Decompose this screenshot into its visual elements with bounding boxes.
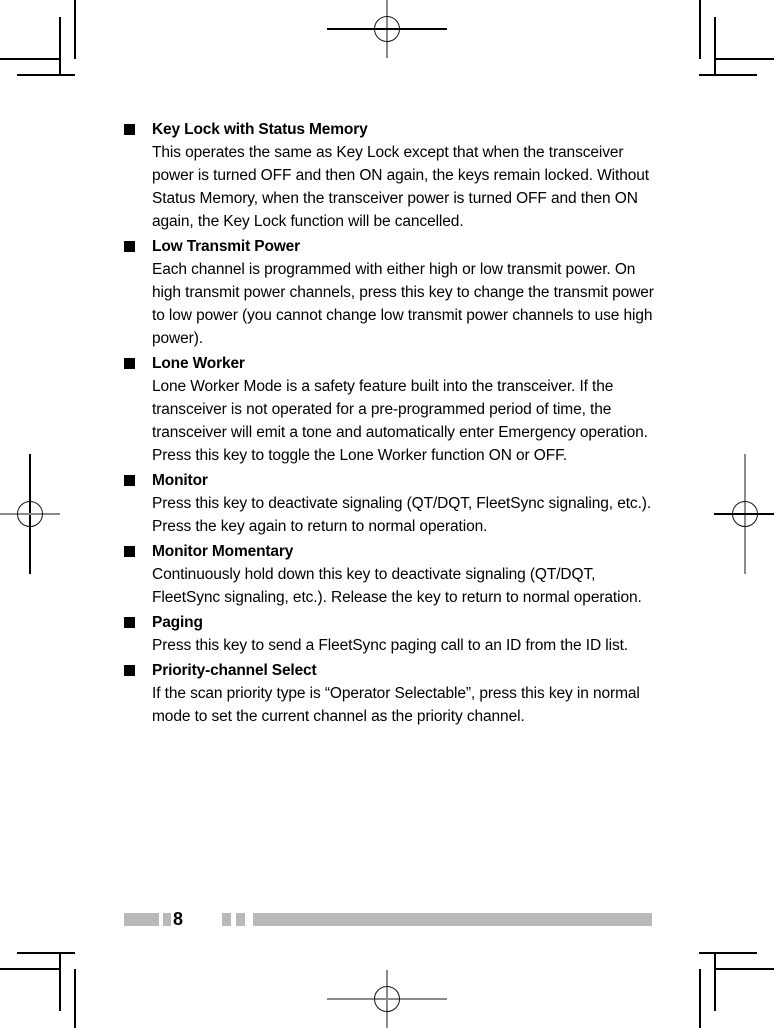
square-bullet-icon [124, 617, 135, 628]
section-low-transmit-power: Low Transmit Power Each channel is progr… [124, 235, 658, 350]
document-page: Key Lock with Status Memory This operate… [0, 0, 774, 1028]
registration-mark-top-circle [374, 16, 400, 42]
section-heading-label: Paging [152, 614, 203, 631]
page-content: Key Lock with Status Memory This operate… [124, 118, 658, 730]
crop-mark-top-right-outer-vertical [699, 0, 701, 59]
registration-mark-left-circle [17, 501, 43, 527]
registration-mark-bottom-circle [374, 986, 400, 1012]
section-paragraph: Press this key to send a FleetSync pagin… [152, 637, 629, 654]
square-bullet-icon [124, 546, 135, 557]
section-paragraph: Press this key to deactivate signaling (… [152, 495, 652, 535]
section-heading: Monitor [124, 469, 658, 492]
crop-mark-top-left-inner-horizontal [17, 74, 75, 76]
section-body: This operates the same as Key Lock excep… [124, 141, 658, 233]
footer-rule-segment-2 [163, 913, 171, 926]
section-heading: Lone Worker [124, 352, 658, 375]
section-lone-worker: Lone Worker Lone Worker Mode is a safety… [124, 352, 658, 467]
section-body: Continuously hold down this key to deact… [124, 563, 658, 609]
crop-mark-top-right-inner-vertical [714, 17, 716, 75]
crop-mark-bottom-left-inner-horizontal [17, 952, 75, 954]
square-bullet-icon [124, 475, 135, 486]
footer-rule-segment-4 [236, 913, 245, 926]
section-heading-label: Monitor Momentary [152, 543, 294, 560]
section-heading-label: Monitor [152, 472, 208, 489]
crop-mark-bottom-right-inner-vertical [714, 953, 716, 1011]
section-body: Press this key to send a FleetSync pagin… [124, 634, 658, 657]
section-heading-label: Lone Worker [152, 355, 245, 372]
crop-mark-top-right-inner-horizontal [699, 74, 757, 76]
footer-rule-segment-3 [222, 913, 231, 926]
section-heading: Monitor Momentary [124, 540, 658, 563]
section-paragraph: Continuously hold down this key to deact… [152, 566, 642, 606]
section-body: Press this key to deactivate signaling (… [124, 492, 658, 538]
section-heading: Priority-channel Select [124, 659, 658, 682]
section-heading: Key Lock with Status Memory [124, 118, 658, 141]
square-bullet-icon [124, 665, 135, 676]
section-heading: Low Transmit Power [124, 235, 658, 258]
section-paragraph: This operates the same as Key Lock excep… [152, 144, 649, 230]
section-paragraph: Each channel is programmed with either h… [152, 261, 654, 347]
section-paragraph: If the scan priority type is “Operator S… [152, 685, 640, 725]
section-priority-channel-select: Priority-channel Select If the scan prio… [124, 659, 658, 728]
footer-rule-segment-1 [124, 913, 159, 926]
section-heading-label: Priority-channel Select [152, 662, 317, 679]
section-paging: Paging Press this key to send a FleetSyn… [124, 611, 658, 657]
section-heading-label: Key Lock with Status Memory [152, 121, 368, 138]
section-heading: Paging [124, 611, 658, 634]
square-bullet-icon [124, 124, 135, 135]
crop-mark-top-left-inner-vertical [59, 17, 61, 75]
section-paragraph: Lone Worker Mode is a safety feature bui… [152, 378, 648, 441]
section-heading-label: Low Transmit Power [152, 238, 301, 255]
registration-mark-right-circle [732, 501, 758, 527]
crop-mark-bottom-right-inner-horizontal [699, 952, 757, 954]
crop-mark-top-left-outer-horizontal [0, 58, 60, 60]
crop-mark-bottom-right-outer-horizontal [714, 968, 774, 970]
section-body: If the scan priority type is “Operator S… [124, 682, 658, 728]
section-body: Lone Worker Mode is a safety feature bui… [124, 375, 658, 467]
crop-mark-bottom-left-outer-horizontal [0, 968, 60, 970]
crop-mark-top-right-outer-horizontal [714, 58, 774, 60]
section-paragraph-secondary: Press this key to toggle the Lone Worker… [152, 447, 567, 464]
square-bullet-icon [124, 358, 135, 369]
section-monitor: Monitor Press this key to deactivate sig… [124, 469, 658, 538]
page-number: 8 [173, 909, 184, 929]
crop-mark-top-left-outer-vertical [74, 0, 76, 59]
square-bullet-icon [124, 241, 135, 252]
section-body: Each channel is programmed with either h… [124, 258, 658, 350]
crop-mark-bottom-left-outer-vertical [74, 969, 76, 1028]
crop-mark-bottom-left-inner-vertical [59, 953, 61, 1011]
section-monitor-momentary: Monitor Momentary Continuously hold down… [124, 540, 658, 609]
page-footer: 8 [0, 909, 774, 934]
section-key-lock-with-status-memory: Key Lock with Status Memory This operate… [124, 118, 658, 233]
crop-mark-bottom-right-outer-vertical [699, 969, 701, 1028]
footer-rule-segment-long [253, 913, 652, 926]
